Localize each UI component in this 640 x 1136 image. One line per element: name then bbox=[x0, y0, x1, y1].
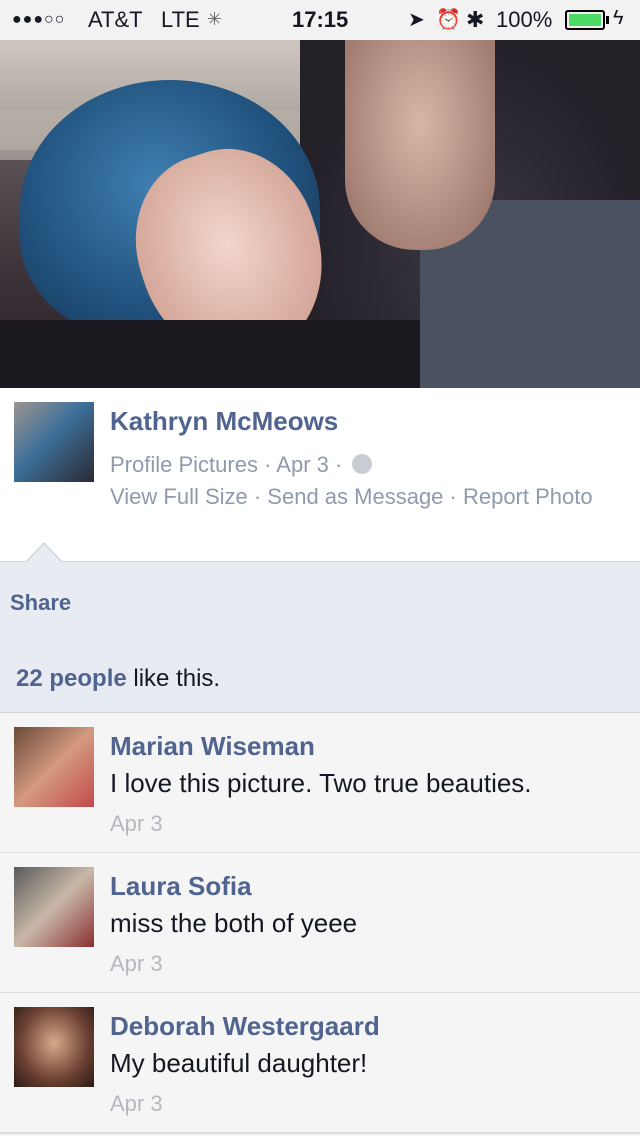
comment-text: miss the both of yeee bbox=[110, 908, 358, 938]
carrier-name: AT&T bbox=[88, 7, 143, 32]
comment-item: Deborah Westergaard My beautiful daughte… bbox=[0, 993, 640, 1134]
share-bar: Share bbox=[0, 561, 640, 644]
network-type: LTE bbox=[161, 7, 200, 32]
share-button[interactable]: Share bbox=[10, 590, 71, 616]
status-bar: ●●●○○ AT&T LTE ✳ 17:15 ➤ ⏰ ✱ 100% ϟ bbox=[0, 0, 640, 40]
charging-bolt-icon: ϟ bbox=[613, 7, 624, 29]
likes-suffix: like this. bbox=[126, 665, 221, 692]
author-avatar[interactable] bbox=[14, 402, 94, 482]
commenter-name-link[interactable]: Deborah Westergaard bbox=[110, 1011, 380, 1042]
battery-tip bbox=[606, 16, 609, 24]
commenter-avatar[interactable] bbox=[14, 1007, 94, 1087]
battery-percentage: 100% bbox=[496, 7, 553, 32]
signal-strength-indicator: ●●●○○ bbox=[12, 11, 66, 28]
photo-actions-links[interactable]: View Full Size · Send as Message · Repor… bbox=[110, 482, 610, 512]
activity-spinner-icon: ✳ bbox=[207, 9, 223, 29]
comment-text: I love this picture. Two true beauties. bbox=[110, 768, 532, 798]
profile-photo[interactable] bbox=[0, 40, 640, 388]
globe-icon bbox=[352, 454, 373, 474]
likes-summary: 22 people like this. bbox=[0, 643, 640, 713]
comment-date: Apr 3 bbox=[110, 1091, 163, 1116]
battery-level-fill bbox=[569, 14, 601, 26]
commenter-name-link[interactable]: Marian Wiseman bbox=[110, 731, 315, 762]
commenter-name-link[interactable]: Laura Sofia bbox=[110, 871, 252, 902]
battery-icon bbox=[565, 10, 605, 30]
comment-item: Marian Wiseman I love this picture. Two … bbox=[0, 713, 640, 854]
photo-info-panel: Kathryn McMeows Profile Pictures · Apr 3… bbox=[0, 388, 640, 561]
comment-text: My beautiful daughter! bbox=[110, 1048, 368, 1078]
likes-count-link[interactable]: 22 people bbox=[16, 665, 127, 692]
clock: 17:15 bbox=[292, 7, 349, 32]
comment-date: Apr 3 bbox=[110, 811, 163, 836]
post-meta: Profile Pictures · Apr 3 · bbox=[110, 452, 373, 478]
bluetooth-icon: ✱ bbox=[466, 7, 485, 32]
commenter-avatar[interactable] bbox=[14, 727, 94, 807]
post-date: Apr 3 bbox=[276, 452, 329, 477]
author-name-link[interactable]: Kathryn McMeows bbox=[110, 406, 338, 437]
alarm-icon: ⏰ bbox=[436, 9, 461, 31]
album-link[interactable]: Profile Pictures bbox=[110, 452, 258, 477]
comment-item: Laura Sofia miss the both of yeee Apr 3 bbox=[0, 853, 640, 994]
comment-date: Apr 3 bbox=[110, 951, 163, 976]
commenter-avatar[interactable] bbox=[14, 867, 94, 947]
location-arrow-icon: ➤ bbox=[408, 9, 425, 31]
